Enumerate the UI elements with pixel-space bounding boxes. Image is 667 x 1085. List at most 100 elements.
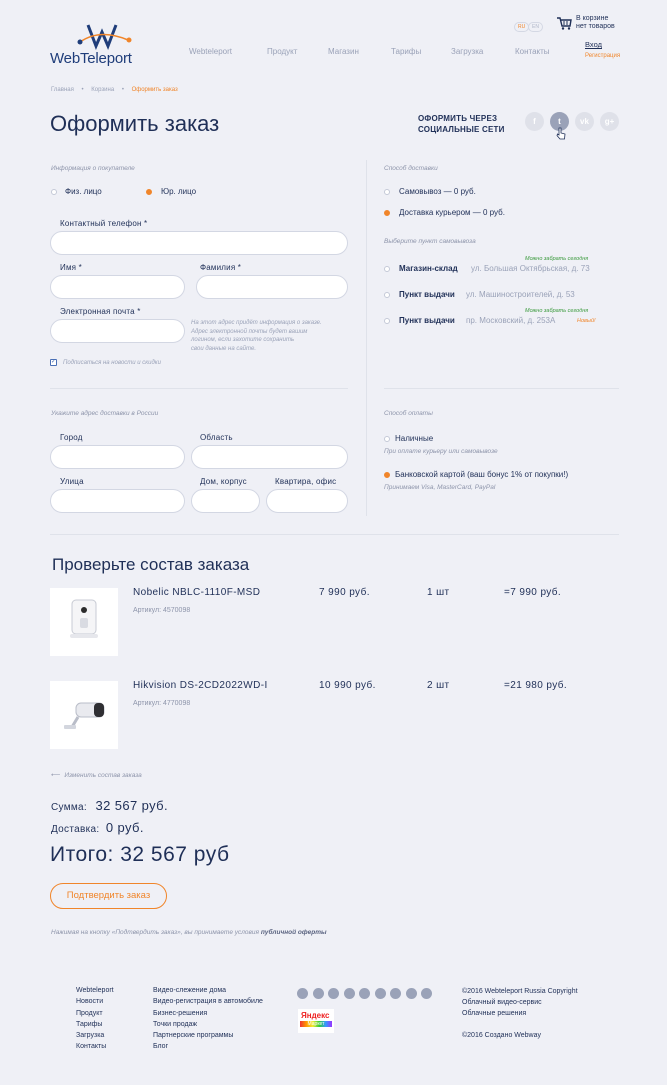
divider [50, 388, 348, 389]
radio-cash[interactable] [384, 436, 390, 442]
radio-courier-label[interactable]: Доставка курьером — 0 руб. [399, 208, 505, 217]
apt-input[interactable] [266, 489, 348, 513]
email-input[interactable] [50, 319, 185, 343]
nav-product[interactable]: Продукт [267, 47, 297, 56]
footer-link-contacts[interactable]: Контакты [76, 1041, 114, 1052]
radio-card-label[interactable]: Банковской картой (ваш бонус 1% от покуп… [395, 470, 568, 479]
copyright-line2: Облачный видео-сервис [462, 999, 542, 1006]
copyright-line1: ©2016 Webteleport Russia Copyright [462, 988, 578, 995]
footer-link-partners[interactable]: Партнерские программы [153, 1030, 263, 1041]
lang-en[interactable]: EN [528, 22, 543, 32]
radio-point-2[interactable] [384, 292, 390, 298]
product-image[interactable] [50, 681, 118, 749]
sum-row: Сумма: 32 567 руб. [51, 797, 168, 815]
radio-card[interactable] [384, 472, 390, 478]
yandex-market-badge[interactable]: Яндекс Маркет [298, 1009, 334, 1033]
region-input[interactable] [191, 445, 348, 469]
breadcrumb-cart[interactable]: Корзина [91, 87, 114, 93]
product-qty: 2 шт [427, 680, 450, 691]
nav-contacts[interactable]: Контакты [515, 47, 550, 56]
column-divider [366, 160, 367, 516]
radio-point-3[interactable] [384, 318, 390, 324]
product-total: =21 980 руб. [504, 680, 568, 691]
nav-webteleport[interactable]: Webteleport [189, 47, 232, 56]
product-name[interactable]: Nobelic NBLC-1110F-MSD [133, 587, 260, 598]
mail-icon[interactable] [374, 988, 386, 999]
street-input[interactable] [50, 489, 185, 513]
camera-cube-icon [70, 599, 98, 638]
logo[interactable]: WebTeleport [50, 20, 150, 67]
cart-line2: нет товаров [576, 23, 615, 30]
nav-tariffs[interactable]: Тарифы [391, 47, 421, 56]
google-plus-icon[interactable] [359, 988, 370, 999]
radio-courier[interactable] [384, 210, 390, 216]
footer-link-download[interactable]: Загрузка [76, 1030, 114, 1041]
livejournal-icon[interactable] [405, 988, 417, 999]
footer-link-points[interactable]: Точки продаж [153, 1019, 263, 1030]
cash-hint: При оплате курьеру или самовывозе [384, 448, 498, 455]
city-input[interactable] [50, 445, 185, 469]
footer-link-news[interactable]: Новости [76, 996, 114, 1007]
change-order-link[interactable]: ⟵ Изменить состав заказа [51, 771, 142, 779]
product-price: 7 990 руб. [319, 587, 370, 598]
phone-input[interactable] [50, 231, 348, 255]
radio-individual[interactable] [51, 189, 57, 195]
cart-status[interactable]: В корзине нет товаров [576, 15, 615, 31]
radio-legal[interactable] [146, 189, 152, 195]
breadcrumb-home[interactable]: Главная [51, 87, 74, 93]
subscribe-label[interactable]: Подписаться на новости и скидки [63, 359, 161, 368]
register-link[interactable]: Регистрация [585, 53, 620, 59]
facebook-icon[interactable] [328, 988, 339, 999]
cart-icon[interactable] [556, 15, 572, 30]
twitter-icon[interactable] [297, 988, 308, 999]
region-label: Область [200, 433, 233, 442]
point-3-name[interactable]: Пункт выдачи [399, 316, 455, 325]
divider [50, 534, 619, 535]
footer-link-webteleport[interactable]: Webteleport [76, 985, 114, 996]
name-input[interactable] [50, 275, 185, 299]
radio-pickup-label[interactable]: Самовывоз — 0 руб. [399, 187, 476, 196]
footer-link-product[interactable]: Продукт [76, 1008, 114, 1019]
email-hint-line1: На этот адрес придёт информация о заказе… [191, 320, 322, 326]
lang-ru[interactable]: RU [514, 22, 530, 32]
product-total: =7 990 руб. [504, 587, 562, 598]
vk-icon[interactable] [312, 988, 324, 999]
radio-pickup[interactable] [384, 189, 390, 195]
pickup-tag-today-1: Можно забрать сегодня [525, 256, 589, 262]
footer-link-home-video[interactable]: Видео-слежение дома [153, 985, 263, 996]
facebook-icon[interactable]: f [525, 112, 544, 131]
house-input[interactable] [191, 489, 260, 513]
change-order-label: Изменить состав заказа [64, 772, 142, 779]
point-2-name[interactable]: Пункт выдачи [399, 290, 455, 299]
radio-legal-label[interactable]: Юр. лицо [161, 187, 196, 196]
login-link[interactable]: Вход [585, 40, 602, 49]
point-2-addr: ул. Машиностроителей, д. 53 [466, 290, 575, 299]
pickup-section-label: Выберите пункт самовывоза [384, 238, 476, 245]
point-1-name[interactable]: Магазин-склад [399, 264, 458, 273]
confirm-order-button[interactable]: Подтвердить заказ [50, 883, 167, 909]
copyright-line4[interactable]: ©2016 Создано Webway [462, 1030, 578, 1041]
product-image[interactable] [50, 588, 118, 656]
nav-download[interactable]: Загрузка [451, 47, 483, 56]
product-name[interactable]: Hikvision DS-2CD2022WD-I [133, 680, 268, 691]
radio-point-1[interactable] [384, 266, 390, 272]
subscribe-checkbox[interactable]: ✓ [50, 359, 57, 366]
vk-icon[interactable]: vk [575, 112, 594, 131]
instagram-icon[interactable] [343, 988, 355, 999]
youtube-icon[interactable] [421, 988, 432, 999]
social-label-line2: СОЦИАЛЬНЫЕ СЕТИ [418, 125, 505, 134]
footer-link-business[interactable]: Бизнес-решения [153, 1008, 263, 1019]
surname-input[interactable] [196, 275, 348, 299]
footer-link-blog[interactable]: Блог [153, 1041, 263, 1052]
radio-cash-label[interactable]: Наличные [395, 434, 433, 443]
nav-shop[interactable]: Магазин [328, 47, 359, 56]
google-plus-icon[interactable]: g+ [600, 112, 619, 131]
terms-prefix: Нажимая на кнопку «Подтвердить заказ», в… [51, 929, 261, 936]
footer-link-car-video[interactable]: Видео-регистрация в автомобиле [153, 996, 263, 1007]
pickup-tag-today-3: Можно забрать сегодня [525, 308, 589, 314]
footer-link-tariffs[interactable]: Тарифы [76, 1019, 114, 1030]
offer-link[interactable]: публичной оферты [261, 929, 327, 936]
social-label: ОФОРМИТЬ ЧЕРЕЗ СОЦИАЛЬНЫЕ СЕТИ [418, 113, 505, 135]
radio-individual-label[interactable]: Физ. лицо [65, 187, 102, 196]
odnoklassniki-icon[interactable] [390, 988, 401, 999]
